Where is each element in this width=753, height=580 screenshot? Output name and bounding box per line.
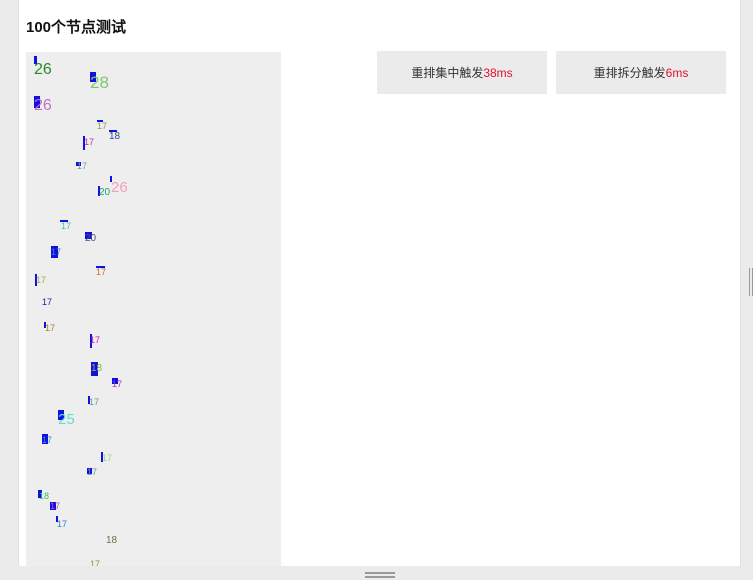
node-label: 25 — [58, 411, 75, 428]
node-label: 17 — [42, 435, 53, 445]
node-panel: 26 28 26 17 18 17 17 26 20 17 20 17 17 17 17 17 17 18 17 17… — [26, 52, 281, 566]
drag-grip-icon[interactable] — [365, 572, 395, 580]
node-label: 17 — [96, 267, 107, 277]
node-label: 18 — [39, 491, 50, 501]
node-label: 17 — [97, 121, 108, 131]
node-label: 17 — [84, 137, 95, 147]
node-label: 20 — [99, 187, 111, 198]
node-label: 17 — [61, 221, 72, 231]
node-label: 26 — [111, 179, 128, 196]
node-label: 17 — [87, 467, 98, 477]
split-reflow-button[interactable]: 重排拆分触发6ms — [556, 51, 726, 94]
node-label: 18 — [106, 535, 118, 546]
node-label: 17 — [102, 453, 113, 463]
node-label: 17 — [90, 335, 101, 345]
node-label: 26 — [34, 61, 52, 78]
node-label: 17 — [51, 247, 62, 257]
node-label: 17 — [57, 519, 68, 529]
concentrated-reflow-time: 38ms — [483, 66, 513, 80]
node-label: 18 — [109, 131, 121, 142]
node-label: 17 — [42, 297, 53, 307]
node-label: 17 — [89, 397, 100, 407]
concentrated-reflow-button[interactable]: 重排集中触发38ms — [377, 51, 547, 94]
resize-handle[interactable] — [749, 268, 753, 296]
concentrated-reflow-label: 重排集中触发 — [411, 66, 484, 80]
split-reflow-time: 6ms — [665, 66, 689, 80]
node-label: 18 — [91, 363, 103, 374]
node-label: 17 — [36, 275, 47, 285]
node-label: 20 — [85, 233, 97, 244]
node-label: 17 — [77, 161, 88, 171]
node-label: 17 — [90, 559, 101, 567]
page-title: 100个节点测试 — [26, 19, 127, 36]
node-label: 17 — [45, 323, 56, 333]
split-reflow-label: 重排拆分触发 — [593, 66, 666, 80]
node-label: 17 — [50, 501, 61, 511]
node-label: 17 — [112, 379, 123, 389]
node-label: 26 — [34, 97, 52, 114]
main-card: 100个节点测试 26 28 26 17 18 17 17 26 20 17 20 17 17 17 17 1… — [18, 0, 741, 566]
node-label: 28 — [90, 73, 109, 92]
